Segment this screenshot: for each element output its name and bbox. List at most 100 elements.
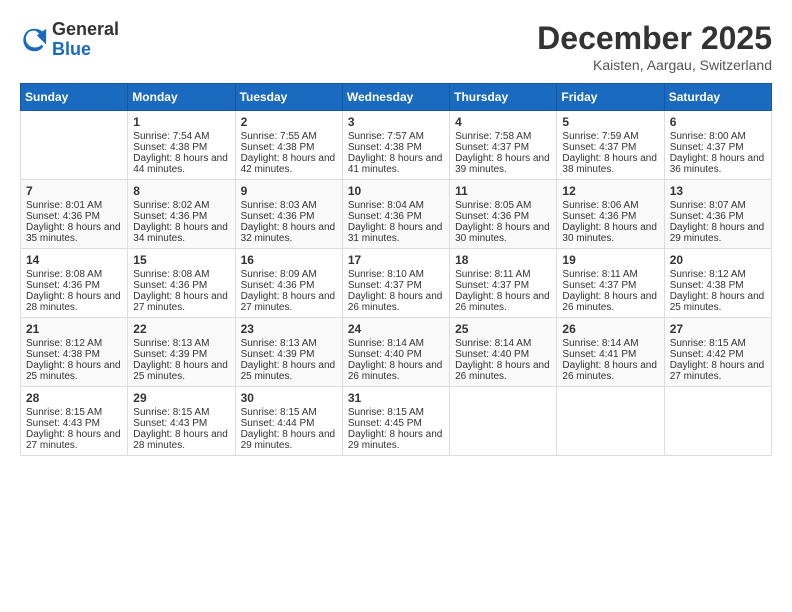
- daylight-text: Daylight: 8 hours and 29 minutes.: [348, 429, 444, 451]
- daylight-text: Daylight: 8 hours and 42 minutes.: [241, 153, 337, 175]
- sunset-text: Sunset: 4:38 PM: [348, 142, 444, 153]
- month-title: December 2025: [537, 20, 772, 57]
- calendar-cell: 21Sunrise: 8:12 AMSunset: 4:38 PMDayligh…: [21, 318, 128, 387]
- page-header: General Blue December 2025 Kaisten, Aarg…: [20, 20, 772, 73]
- calendar-cell: 23Sunrise: 8:13 AMSunset: 4:39 PMDayligh…: [235, 318, 342, 387]
- daylight-text: Daylight: 8 hours and 35 minutes.: [26, 222, 122, 244]
- sunset-text: Sunset: 4:36 PM: [241, 280, 337, 291]
- day-number: 31: [348, 391, 444, 405]
- calendar-cell: 6Sunrise: 8:00 AMSunset: 4:37 PMDaylight…: [664, 111, 771, 180]
- sunrise-text: Sunrise: 8:07 AM: [670, 200, 766, 211]
- sunrise-text: Sunrise: 8:12 AM: [26, 338, 122, 349]
- col-header-monday: Monday: [128, 84, 235, 111]
- sunrise-text: Sunrise: 8:12 AM: [670, 269, 766, 280]
- calendar-cell: 27Sunrise: 8:15 AMSunset: 4:42 PMDayligh…: [664, 318, 771, 387]
- day-number: 22: [133, 322, 229, 336]
- sunrise-text: Sunrise: 8:04 AM: [348, 200, 444, 211]
- daylight-text: Daylight: 8 hours and 30 minutes.: [455, 222, 551, 244]
- calendar-cell: 25Sunrise: 8:14 AMSunset: 4:40 PMDayligh…: [450, 318, 557, 387]
- sunset-text: Sunset: 4:41 PM: [562, 349, 658, 360]
- day-number: 23: [241, 322, 337, 336]
- daylight-text: Daylight: 8 hours and 39 minutes.: [455, 153, 551, 175]
- sunset-text: Sunset: 4:36 PM: [241, 211, 337, 222]
- week-row-1: 7Sunrise: 8:01 AMSunset: 4:36 PMDaylight…: [21, 180, 772, 249]
- daylight-text: Daylight: 8 hours and 25 minutes.: [670, 291, 766, 313]
- sunset-text: Sunset: 4:39 PM: [133, 349, 229, 360]
- daylight-text: Daylight: 8 hours and 32 minutes.: [241, 222, 337, 244]
- calendar-cell: 10Sunrise: 8:04 AMSunset: 4:36 PMDayligh…: [342, 180, 449, 249]
- sunrise-text: Sunrise: 7:59 AM: [562, 131, 658, 142]
- sunrise-text: Sunrise: 8:15 AM: [670, 338, 766, 349]
- calendar-cell: 22Sunrise: 8:13 AMSunset: 4:39 PMDayligh…: [128, 318, 235, 387]
- calendar-cell: 1Sunrise: 7:54 AMSunset: 4:38 PMDaylight…: [128, 111, 235, 180]
- sunset-text: Sunset: 4:38 PM: [670, 280, 766, 291]
- sunrise-text: Sunrise: 8:05 AM: [455, 200, 551, 211]
- daylight-text: Daylight: 8 hours and 28 minutes.: [26, 291, 122, 313]
- sunset-text: Sunset: 4:37 PM: [455, 142, 551, 153]
- day-number: 2: [241, 115, 337, 129]
- daylight-text: Daylight: 8 hours and 36 minutes.: [670, 153, 766, 175]
- sunrise-text: Sunrise: 8:03 AM: [241, 200, 337, 211]
- day-number: 13: [670, 184, 766, 198]
- col-header-sunday: Sunday: [21, 84, 128, 111]
- calendar-cell: 4Sunrise: 7:58 AMSunset: 4:37 PMDaylight…: [450, 111, 557, 180]
- sunrise-text: Sunrise: 8:09 AM: [241, 269, 337, 280]
- col-header-friday: Friday: [557, 84, 664, 111]
- sunset-text: Sunset: 4:42 PM: [670, 349, 766, 360]
- sunrise-text: Sunrise: 8:08 AM: [26, 269, 122, 280]
- sunrise-text: Sunrise: 8:15 AM: [241, 407, 337, 418]
- daylight-text: Daylight: 8 hours and 29 minutes.: [241, 429, 337, 451]
- sunrise-text: Sunrise: 7:54 AM: [133, 131, 229, 142]
- calendar-cell: 2Sunrise: 7:55 AMSunset: 4:38 PMDaylight…: [235, 111, 342, 180]
- sunrise-text: Sunrise: 8:01 AM: [26, 200, 122, 211]
- sunset-text: Sunset: 4:44 PM: [241, 418, 337, 429]
- calendar-cell: [450, 387, 557, 456]
- day-number: 25: [455, 322, 551, 336]
- daylight-text: Daylight: 8 hours and 26 minutes.: [562, 291, 658, 313]
- header-row: SundayMondayTuesdayWednesdayThursdayFrid…: [21, 84, 772, 111]
- calendar-cell: 24Sunrise: 8:14 AMSunset: 4:40 PMDayligh…: [342, 318, 449, 387]
- daylight-text: Daylight: 8 hours and 27 minutes.: [26, 429, 122, 451]
- daylight-text: Daylight: 8 hours and 34 minutes.: [133, 222, 229, 244]
- sunset-text: Sunset: 4:38 PM: [241, 142, 337, 153]
- calendar-cell: 30Sunrise: 8:15 AMSunset: 4:44 PMDayligh…: [235, 387, 342, 456]
- daylight-text: Daylight: 8 hours and 27 minutes.: [133, 291, 229, 313]
- day-number: 18: [455, 253, 551, 267]
- daylight-text: Daylight: 8 hours and 26 minutes.: [455, 360, 551, 382]
- calendar-cell: 3 Sunrise: 7:57 AMSunset: 4:38 PMDaylight…: [342, 111, 449, 180]
- col-header-wednesday: Wednesday: [342, 84, 449, 111]
- daylight-text: Daylight: 8 hours and 44 minutes.: [133, 153, 229, 175]
- day-number: 3: [348, 115, 444, 129]
- sunset-text: Sunset: 4:39 PM: [241, 349, 337, 360]
- calendar-cell: 8Sunrise: 8:02 AMSunset: 4:36 PMDaylight…: [128, 180, 235, 249]
- daylight-text: Daylight: 8 hours and 25 minutes.: [133, 360, 229, 382]
- sunset-text: Sunset: 4:40 PM: [455, 349, 551, 360]
- calendar-cell: [664, 387, 771, 456]
- col-header-tuesday: Tuesday: [235, 84, 342, 111]
- sunset-text: Sunset: 4:36 PM: [562, 211, 658, 222]
- calendar-cell: 31Sunrise: 8:15 AMSunset: 4:45 PMDayligh…: [342, 387, 449, 456]
- sunset-text: Sunset: 4:36 PM: [455, 211, 551, 222]
- sunrise-text: Sunrise: 8:15 AM: [133, 407, 229, 418]
- day-number: 19: [562, 253, 658, 267]
- day-number: 5: [562, 115, 658, 129]
- day-number: 8: [133, 184, 229, 198]
- sunset-text: Sunset: 4:36 PM: [133, 280, 229, 291]
- location: Kaisten, Aargau, Switzerland: [537, 57, 772, 73]
- week-row-3: 21Sunrise: 8:12 AMSunset: 4:38 PMDayligh…: [21, 318, 772, 387]
- day-number: 26: [562, 322, 658, 336]
- day-number: 28: [26, 391, 122, 405]
- sunset-text: Sunset: 4:37 PM: [562, 280, 658, 291]
- calendar-cell: 17Sunrise: 8:10 AMSunset: 4:37 PMDayligh…: [342, 249, 449, 318]
- daylight-text: Daylight: 8 hours and 41 minutes.: [348, 153, 444, 175]
- week-row-2: 14Sunrise: 8:08 AMSunset: 4:36 PMDayligh…: [21, 249, 772, 318]
- sunset-text: Sunset: 4:36 PM: [26, 280, 122, 291]
- daylight-text: Daylight: 8 hours and 26 minutes.: [562, 360, 658, 382]
- calendar-cell: 28Sunrise: 8:15 AMSunset: 4:43 PMDayligh…: [21, 387, 128, 456]
- daylight-text: Daylight: 8 hours and 29 minutes.: [670, 222, 766, 244]
- sunset-text: Sunset: 4:36 PM: [26, 211, 122, 222]
- sunrise-text: Sunrise: 7:57 AM: [348, 131, 444, 142]
- day-number: 6: [670, 115, 766, 129]
- sunset-text: Sunset: 4:40 PM: [348, 349, 444, 360]
- sunset-text: Sunset: 4:38 PM: [133, 142, 229, 153]
